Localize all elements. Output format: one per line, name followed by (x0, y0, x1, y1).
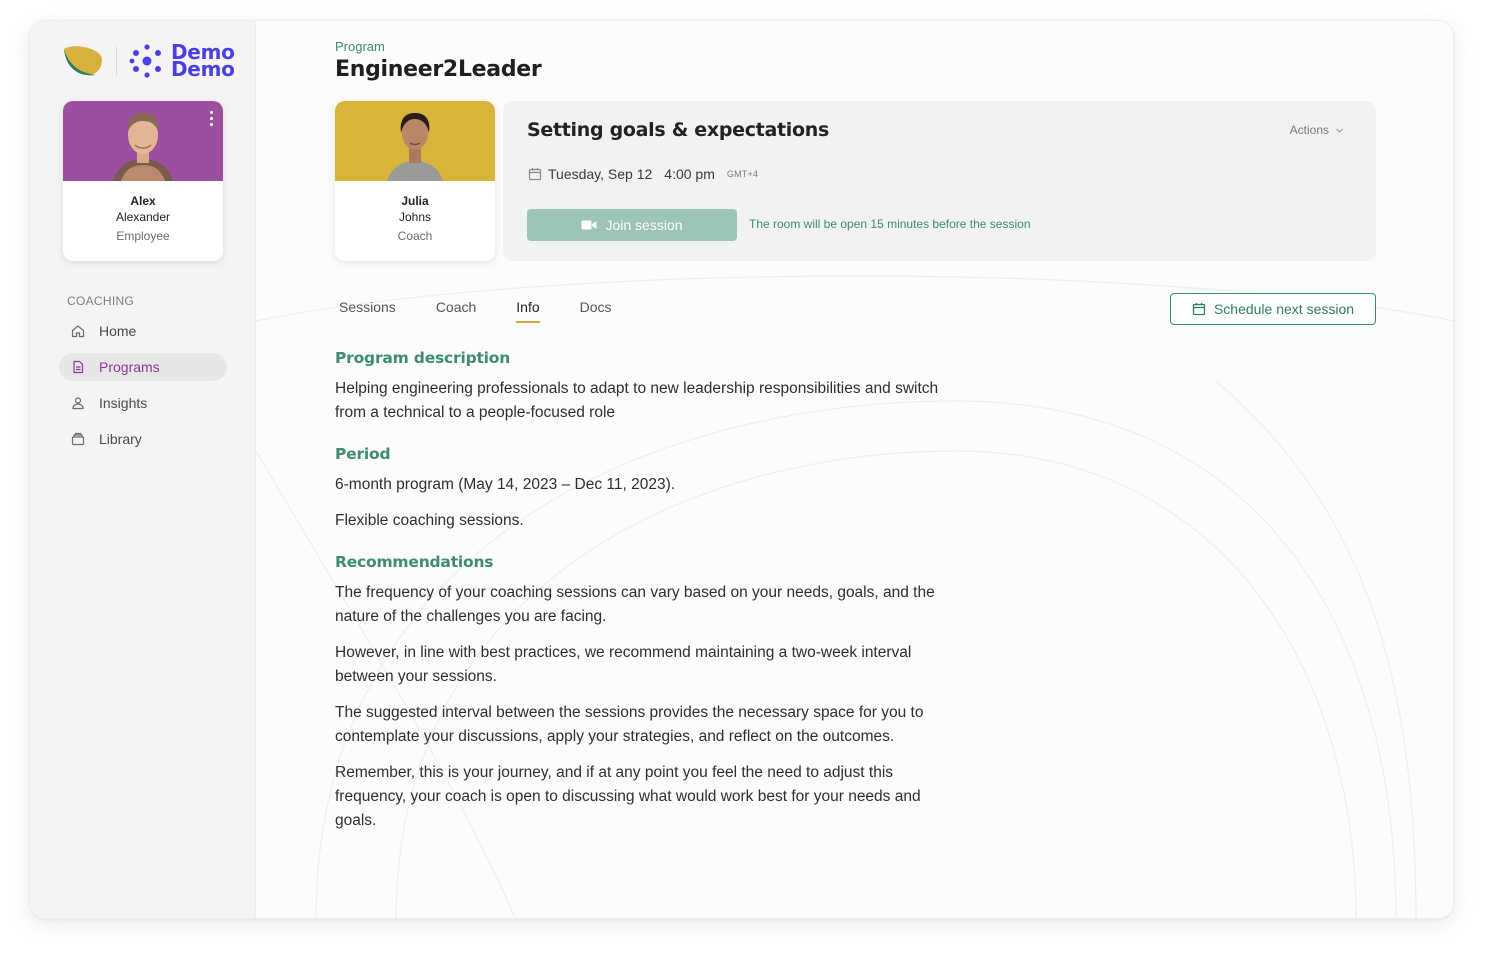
recommendation-paragraph: The frequency of your coaching sessions … (335, 584, 935, 625)
program-tabs: Sessions Coach Info Docs (339, 299, 652, 323)
tab-sessions[interactable]: Sessions (339, 299, 396, 323)
actions-label: Actions (1289, 123, 1329, 137)
brand-name: Demo Demo (171, 42, 235, 81)
leaf-logo-icon (64, 46, 102, 76)
app-window: Demo Demo Alex Alexander Employee COACHI… (29, 20, 1454, 919)
sidebar-nav: Home Programs Insights Library (59, 317, 227, 461)
schedule-next-session-button[interactable]: Schedule next session (1170, 293, 1376, 325)
user-profile-card[interactable]: Alex Alexander Employee (63, 101, 223, 261)
recommendations-section: Recommendations The frequency of your co… (335, 553, 945, 833)
tab-coach[interactable]: Coach (436, 299, 476, 323)
session-title: Setting goals & expectations (527, 119, 829, 141)
sidebar-item-programs[interactable]: Programs (59, 353, 227, 381)
user-first-name: Alex (130, 194, 156, 208)
dots-logo-icon (129, 44, 161, 78)
schedule-next-session-label: Schedule next session (1213, 301, 1355, 317)
user-role: Employee (116, 229, 170, 243)
period-sessions-text: Flexible coaching sessions. (335, 512, 524, 529)
program-info: Program description Helping engineering … (335, 349, 945, 853)
program-eyebrow: Program (335, 39, 385, 54)
brand-name-line2: Demo (171, 57, 235, 81)
nav-section-label: COACHING (67, 294, 135, 308)
video-camera-icon (581, 220, 597, 230)
page-title: Engineer2Leader (335, 57, 542, 82)
sidebar-item-library[interactable]: Library (59, 425, 227, 453)
session-panel: Setting goals & expectations Actions Tue… (503, 101, 1376, 261)
user-avatar (63, 101, 223, 181)
coach-profile-card[interactable]: Julia Johns Coach (335, 101, 495, 261)
home-icon (71, 325, 85, 338)
join-session-button[interactable]: Join session (527, 209, 737, 241)
sidebar-item-label: Programs (99, 359, 160, 375)
recommendations-heading: Recommendations (335, 553, 494, 571)
calendar-icon (528, 168, 542, 181)
calendar-icon (1192, 303, 1206, 316)
tab-docs[interactable]: Docs (580, 299, 612, 323)
sidebar-item-label: Library (99, 431, 142, 447)
actions-dropdown[interactable]: Actions (1290, 123, 1344, 137)
user-last-name: Alexander (115, 210, 171, 224)
sidebar-item-label: Insights (99, 395, 148, 411)
sidebar-item-insights[interactable]: Insights (59, 389, 227, 417)
brand-divider (116, 47, 117, 75)
sidebar-item-label: Home (99, 323, 137, 339)
period-heading: Period (335, 445, 391, 463)
join-session-label: Join session (605, 217, 683, 233)
archive-icon (71, 432, 85, 446)
person-icon (72, 397, 84, 410)
brand-logo[interactable]: Demo Demo (62, 41, 235, 81)
session-datetime: Tuesday, Sep 12 4:00 pm GMT+4 (528, 166, 758, 182)
coach-name: Julia Johns (335, 193, 495, 225)
coach-first-name: Julia (401, 194, 429, 208)
more-options-icon[interactable] (210, 111, 213, 129)
sidebar: Demo Demo Alex Alexander Employee COACHI… (30, 21, 256, 918)
main-content: Program Engineer2Leader Julia Johns Coac… (256, 21, 1453, 918)
session-time: 4:00 pm (664, 166, 715, 182)
period-text: 6-month program (May 14, 2023 – Dec 11, … (335, 476, 676, 493)
period-section: Period 6-month program (May 14, 2023 – D… (335, 445, 945, 533)
session-timezone: GMT+4 (726, 169, 759, 179)
chevron-down-icon (1336, 128, 1343, 133)
sidebar-item-home[interactable]: Home (59, 317, 227, 345)
coach-avatar (335, 101, 495, 181)
user-name: Alex Alexander (63, 193, 223, 225)
program-description-text: Helping engineering professionals to ada… (335, 380, 939, 421)
recommendation-paragraph: The suggested interval between the sessi… (335, 704, 924, 745)
session-date: Tuesday, Sep 12 (548, 166, 653, 182)
recommendation-paragraph: However, in line with best practices, we… (335, 644, 912, 685)
coach-last-name: Johns (398, 210, 432, 224)
recommendation-paragraph: Remember, this is your journey, and if a… (335, 764, 921, 829)
program-description-heading: Program description (335, 349, 511, 367)
program-description-section: Program description Helping engineering … (335, 349, 945, 425)
room-open-note: The room will be open 15 minutes before … (749, 217, 1031, 231)
user-portrait-icon (113, 113, 173, 181)
coach-portrait-icon (387, 113, 443, 181)
coach-role: Coach (397, 229, 433, 243)
tab-info[interactable]: Info (516, 299, 541, 323)
document-icon (73, 360, 84, 374)
